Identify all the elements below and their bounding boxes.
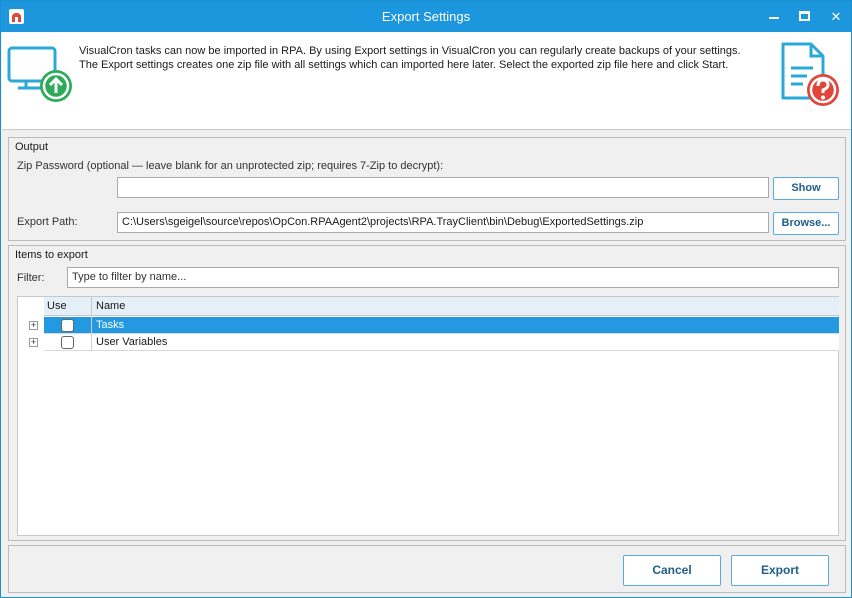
show-password-button[interactable]: Show: [773, 177, 839, 200]
filter-label: Filter:: [17, 272, 45, 284]
header-description: VisualCron tasks can now be imported in …: [79, 44, 779, 72]
row-name-user-variables: User Variables: [96, 336, 168, 348]
header-description-line1: VisualCron tasks can now be imported in …: [79, 45, 741, 57]
document-question-icon: [781, 42, 839, 106]
items-section: Items to export Filter: Type to filter b…: [8, 245, 846, 541]
header-description-line2: The Export settings creates one zip file…: [79, 59, 729, 71]
export-path-input[interactable]: C:\Users\sgeigel\source\repos\OpCon.RPAA…: [117, 212, 769, 233]
column-divider[interactable]: [91, 297, 92, 316]
maximize-icon: [799, 11, 810, 21]
zip-password-label: Zip Password (optional — leave blank for…: [17, 160, 444, 172]
browse-button[interactable]: Browse...: [773, 212, 839, 235]
export-path-label: Export Path:: [17, 216, 78, 228]
output-section-title: Output: [15, 141, 49, 153]
expand-user-variables-icon[interactable]: +: [29, 338, 38, 347]
cancel-button[interactable]: Cancel: [623, 555, 721, 586]
use-checkbox-user-variables[interactable]: [61, 336, 74, 349]
use-checkbox-tasks[interactable]: [61, 319, 74, 332]
monitor-upload-icon: [7, 46, 72, 102]
minimize-button[interactable]: [758, 1, 790, 32]
cell-divider: [91, 334, 92, 351]
grid-header: Use Name: [44, 297, 839, 316]
header-panel: VisualCron tasks can now be imported in …: [2, 32, 851, 130]
column-header-use[interactable]: Use: [47, 300, 67, 312]
title-bar[interactable]: Export Settings ✕: [1, 1, 851, 32]
export-button[interactable]: Export: [731, 555, 829, 586]
expand-tasks-icon[interactable]: +: [29, 321, 38, 330]
filter-input[interactable]: Type to filter by name...: [67, 267, 839, 288]
zip-password-input[interactable]: [117, 177, 769, 198]
table-row-user-variables[interactable]: User Variables: [44, 334, 839, 351]
close-icon: ✕: [830, 9, 842, 24]
maximize-button[interactable]: [789, 1, 821, 32]
export-settings-window: Export Settings ✕ VisualCron tasks can n…: [0, 0, 852, 598]
items-grid[interactable]: Use Name + Tasks + User Variables: [17, 296, 839, 536]
close-button[interactable]: ✕: [820, 1, 852, 32]
window-title: Export Settings: [381, 9, 471, 24]
table-row-tasks[interactable]: Tasks: [44, 317, 839, 334]
cell-divider: [91, 317, 92, 334]
row-name-tasks: Tasks: [96, 319, 125, 331]
column-header-name[interactable]: Name: [96, 300, 125, 312]
footer-panel: Cancel Export: [8, 545, 846, 593]
minimize-icon: [769, 17, 779, 19]
items-section-title: Items to export: [15, 249, 88, 261]
output-section: Output Zip Password (optional — leave bl…: [8, 137, 846, 241]
